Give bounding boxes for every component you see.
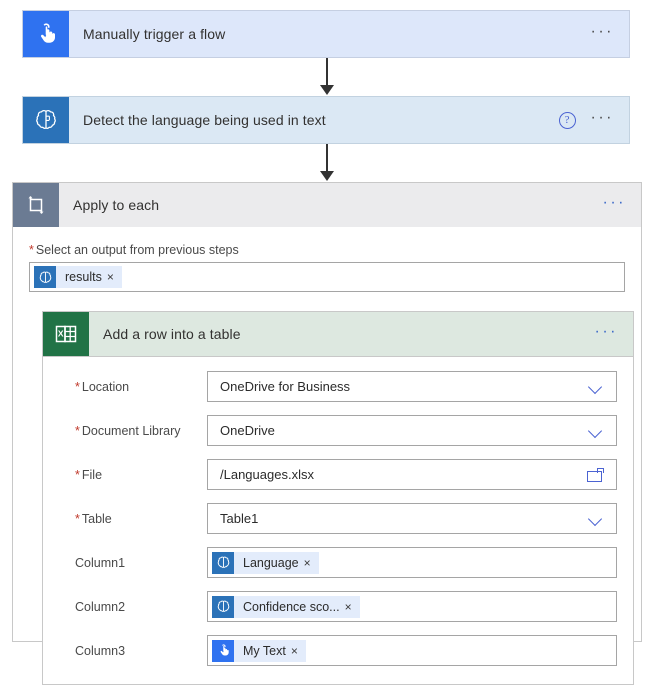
apply-to-each-header[interactable]: Apply to each ··· <box>13 183 641 227</box>
apply-to-each-body: * Select an output from previous steps re… <box>13 227 641 685</box>
field-label-column3: Column3 <box>75 643 126 658</box>
select-output-label-text: Select an output from previous steps <box>35 243 239 257</box>
help-icon[interactable]: ? <box>558 111 576 129</box>
token-chip-label: My Text <box>243 643 286 658</box>
field-row-column3: Column3 My Text × <box>59 635 617 666</box>
brain-icon <box>23 97 69 143</box>
field-label-column2: Column2 <box>75 599 126 614</box>
token-chip-label: results <box>65 270 102 284</box>
table-value: Table1 <box>220 511 259 526</box>
document-library-value: OneDrive <box>220 423 275 438</box>
field-label-text: Table <box>81 511 112 526</box>
field-row-location: * Location OneDrive for Business <box>59 371 617 402</box>
column2-input[interactable]: Confidence sco... × <box>207 591 617 622</box>
field-row-table: * Table Table1 <box>59 503 617 534</box>
excel-icon: X <box>43 312 89 356</box>
chevron-down-icon[interactable] <box>588 511 604 527</box>
field-label-document-library: * Document Library <box>59 424 207 438</box>
field-label-column1: Column1 <box>75 555 126 570</box>
trigger-more-button[interactable]: ··· <box>590 22 615 46</box>
add-row-into-table-card[interactable]: X Add a row into a table ··· *Location <box>42 311 634 685</box>
column3-input[interactable]: My Text × <box>207 635 617 666</box>
apply-to-each-card[interactable]: Apply to each ··· * Select an output from… <box>12 182 642 685</box>
add-row-more-button[interactable]: ··· <box>594 322 619 346</box>
token-chip-label: Language <box>243 555 299 570</box>
token-chip-label: Confidence sco... <box>243 599 340 614</box>
file-value: /Languages.xlsx <box>220 467 314 482</box>
field-label-text: Location <box>81 379 130 394</box>
column1-input[interactable]: Language × <box>207 547 617 578</box>
field-row-column1: Column1 Language × <box>59 547 617 578</box>
field-row-document-library: * Document Library OneDrive <box>59 415 617 446</box>
location-value: OneDrive for Business <box>220 379 351 394</box>
brain-icon <box>34 266 56 288</box>
apply-to-each-actions: ··· <box>602 183 641 227</box>
trigger-title: Manually trigger a flow <box>83 26 226 42</box>
required-marker: * <box>75 379 80 394</box>
svg-text:X: X <box>58 328 64 338</box>
detect-language-more-button[interactable]: ··· <box>590 108 615 132</box>
chevron-down-icon[interactable] <box>588 379 604 395</box>
folder-icon[interactable] <box>587 467 604 482</box>
close-icon[interactable]: × <box>291 645 306 657</box>
apply-to-each-title: Apply to each <box>73 197 160 213</box>
detect-language-title: Detect the language being used in text <box>83 112 326 128</box>
token-chip-my-text[interactable]: My Text × <box>212 639 306 662</box>
select-output-input[interactable]: results × <box>29 262 625 292</box>
field-label-table: * Table <box>59 512 207 526</box>
token-chip-results[interactable]: results × <box>34 266 122 288</box>
connector-arrow-detect-to-scope <box>317 144 337 182</box>
loop-icon <box>13 183 59 227</box>
token-chip-confidence-score[interactable]: Confidence sco... × <box>212 595 360 618</box>
add-row-header[interactable]: X Add a row into a table ··· <box>42 311 634 357</box>
table-dropdown[interactable]: Table1 <box>207 503 617 534</box>
location-dropdown[interactable]: OneDrive for Business <box>207 371 617 402</box>
add-row-title: Add a row into a table <box>103 326 241 342</box>
field-label-file: * File <box>59 468 207 482</box>
add-row-actions: ··· <box>594 312 633 356</box>
trigger-card[interactable]: Manually trigger a flow ··· <box>22 10 630 58</box>
detect-language-card[interactable]: Detect the language being used in text ?… <box>22 96 630 144</box>
brain-icon <box>212 551 234 574</box>
required-marker: * <box>75 423 80 438</box>
required-marker: * <box>75 511 80 526</box>
required-marker: * <box>29 243 34 257</box>
touch-hand-icon <box>23 11 69 57</box>
field-label-text: File <box>81 467 103 482</box>
apply-to-each-more-button[interactable]: ··· <box>602 193 627 217</box>
close-icon[interactable]: × <box>304 557 319 569</box>
file-picker-input[interactable]: /Languages.xlsx <box>207 459 617 490</box>
required-marker: * <box>75 467 80 482</box>
field-label-location: * Location <box>59 380 207 394</box>
trigger-actions: ··· <box>590 11 629 57</box>
add-row-fields: * Location OneDrive for Business * Documen… <box>43 357 633 684</box>
close-icon[interactable]: × <box>107 271 122 283</box>
field-label-text: Document Library <box>81 423 181 438</box>
close-icon[interactable]: × <box>345 601 360 613</box>
detect-language-actions: ? ··· <box>558 97 629 143</box>
chevron-down-icon[interactable] <box>588 423 604 439</box>
field-row-file: * File /Languages.xlsx <box>59 459 617 490</box>
brain-icon <box>212 595 234 618</box>
touch-hand-icon <box>212 639 234 662</box>
field-row-column2: Column2 Confidence sco... × <box>59 591 617 622</box>
select-output-label: * Select an output from previous steps <box>29 243 625 257</box>
document-library-dropdown[interactable]: OneDrive <box>207 415 617 446</box>
connector-arrow-trigger-to-detect <box>317 58 337 96</box>
token-chip-language[interactable]: Language × <box>212 551 319 574</box>
